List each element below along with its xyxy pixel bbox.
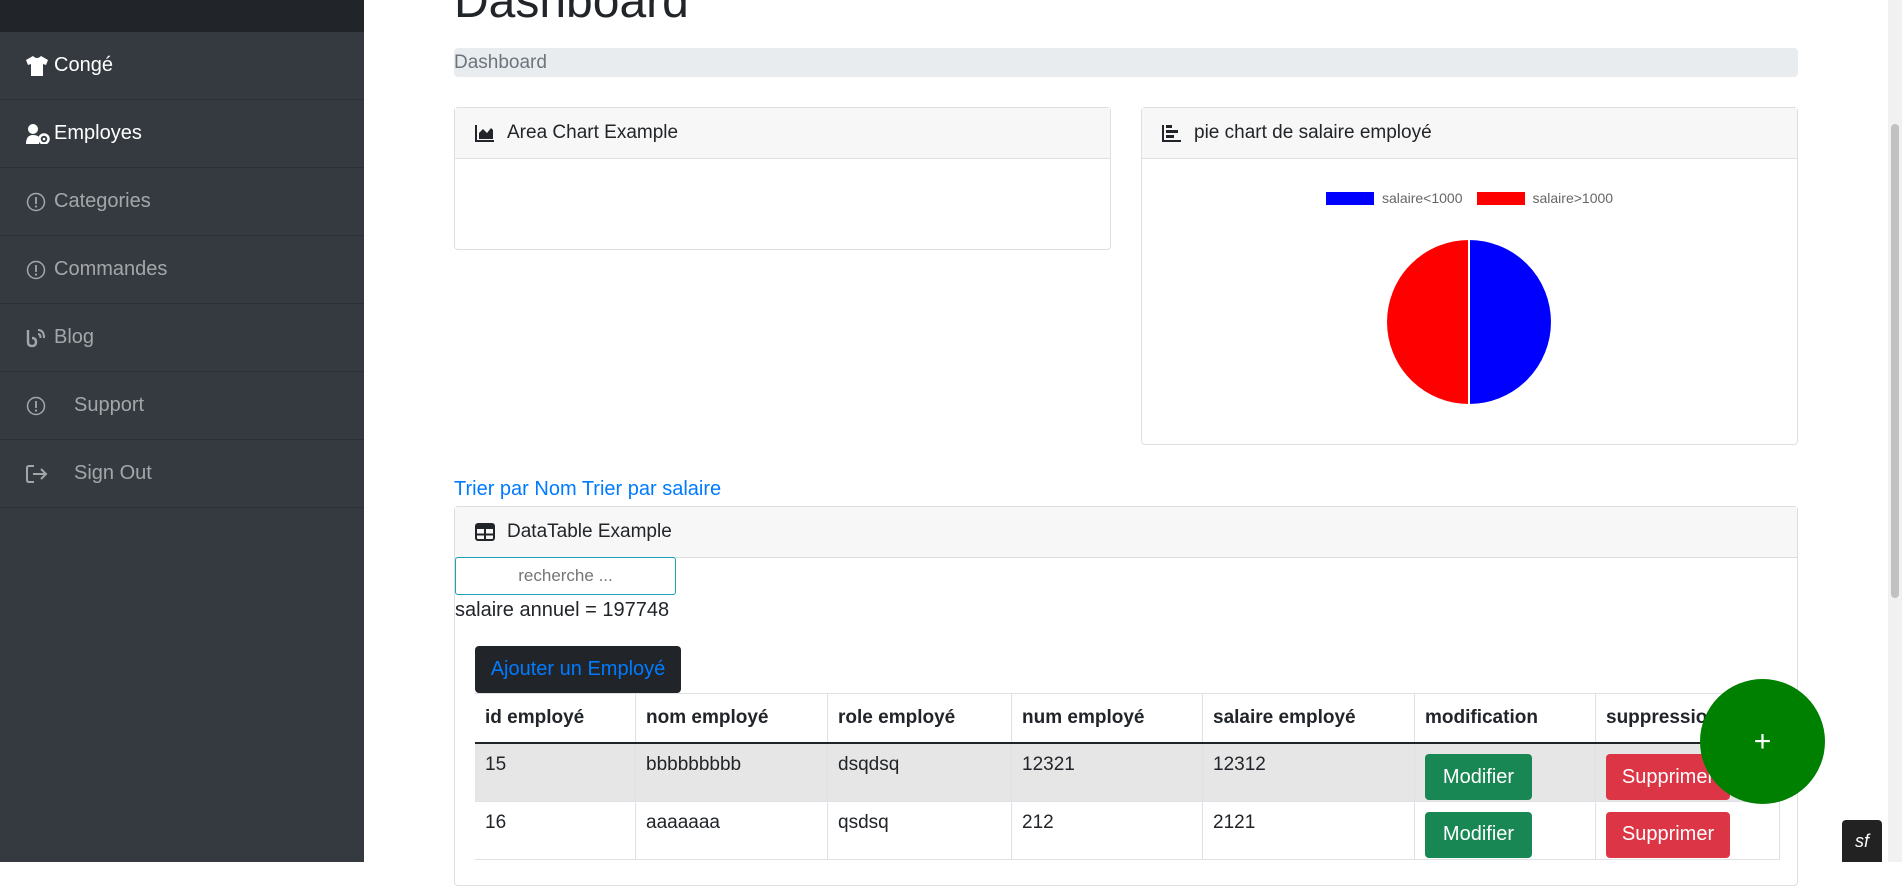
- sidebar-item-label: Employes: [54, 122, 142, 144]
- pie-slice[interactable]: [1385, 237, 1470, 407]
- sidebar-item-blog[interactable]: Blog: [0, 304, 364, 372]
- cell-salaire: 2121: [1202, 801, 1415, 860]
- bar-chart-icon: [1162, 125, 1181, 142]
- sort-links: Trier par Nom Trier par salaire: [454, 478, 721, 501]
- scrollbar-thumb[interactable]: [1891, 124, 1899, 598]
- area-chart-title: Area Chart Example: [507, 122, 679, 143]
- symfony-toolbar-badge[interactable]: sf: [1842, 820, 1882, 862]
- sidebar-item-label: Support: [74, 394, 145, 416]
- shirt-icon: [26, 55, 52, 76]
- sidebar-item-commandes[interactable]: Commandes: [0, 236, 364, 304]
- cell-salaire: 12312: [1202, 743, 1415, 802]
- pie-chart-card: pie chart de salaire employé salaire<100…: [1141, 107, 1798, 445]
- pie-slice[interactable]: [1468, 237, 1553, 407]
- exclamation-circle-icon: [26, 260, 52, 280]
- cell-modification: Modifier: [1414, 743, 1596, 802]
- floating-add-button[interactable]: +: [1700, 679, 1825, 804]
- datatable-card: DataTable Example salaire annuel = 19774…: [454, 506, 1798, 886]
- salary-annual-text: salaire annuel = 197748: [455, 599, 670, 621]
- sidebar-item-label: Blog: [54, 326, 95, 348]
- modify-button[interactable]: Modifier: [1425, 811, 1532, 858]
- sidebar-item-label: Sign Out: [74, 462, 152, 484]
- user-cog-icon: [26, 123, 52, 144]
- cell-nom: aaaaaaa: [635, 801, 828, 860]
- pie-chart-title: pie chart de salaire employé: [1194, 122, 1432, 143]
- page-title: Dashboard: [454, 0, 689, 28]
- column-header-num[interactable]: num employé: [1011, 693, 1203, 744]
- column-header-nom[interactable]: nom employé: [635, 693, 828, 744]
- breadcrumb: Dashboard: [454, 48, 1798, 77]
- cell-num: 212: [1011, 801, 1203, 860]
- sidebar-item-employes[interactable]: Employes: [0, 100, 364, 168]
- sidebar-item-support[interactable]: Support: [0, 372, 364, 440]
- blog-icon: [26, 328, 52, 348]
- sort-by-salary-link[interactable]: Trier par salaire: [582, 478, 721, 500]
- sidebar-item-label: Categories: [54, 190, 151, 212]
- cell-role: dsqdsq: [827, 743, 1012, 802]
- sidebar-top-bar: [0, 0, 364, 32]
- sidebar-item-conge[interactable]: Congé: [0, 32, 364, 100]
- column-header-id[interactable]: id employé: [475, 693, 636, 744]
- sidebar-item-sign-out[interactable]: Sign Out: [0, 440, 364, 508]
- search-input[interactable]: [455, 557, 676, 595]
- pie-chart: [1385, 237, 1553, 407]
- cell-modification: Modifier: [1414, 801, 1596, 860]
- area-chart-card: Area Chart Example: [454, 107, 1111, 250]
- column-header-salaire[interactable]: salaire employé: [1202, 693, 1415, 744]
- area-chart-icon: [475, 125, 494, 142]
- sort-by-name-link[interactable]: Trier par Nom: [454, 478, 577, 500]
- cell-suppression: Supprimer: [1595, 801, 1780, 860]
- exclamation-circle-icon: [26, 396, 72, 416]
- sidebar-item-label: Congé: [54, 54, 113, 76]
- cell-id: 16: [475, 801, 636, 860]
- page-scrollbar[interactable]: [1888, 0, 1902, 862]
- sign-out-icon: [26, 464, 72, 484]
- table-icon: [475, 523, 495, 541]
- column-header-modification[interactable]: modification: [1414, 693, 1596, 744]
- table-row: 15 bbbbbbbbb dsqdsq 12321 12312 Modifier…: [475, 743, 1780, 802]
- sidebar-item-categories[interactable]: Categories: [0, 168, 364, 236]
- sidebar: Congé Employes Categories Commandes Blog…: [0, 0, 364, 862]
- table-header-row: id employé nom employé role employé num …: [475, 693, 1780, 744]
- pie-chart-card-header: pie chart de salaire employé: [1142, 108, 1797, 159]
- table-row: 16 aaaaaaa qsdsq 212 2121 Modifier Suppr…: [475, 801, 1780, 860]
- exclamation-circle-icon: [26, 192, 52, 212]
- cell-nom: bbbbbbbbb: [635, 743, 828, 802]
- cell-id: 15: [475, 743, 636, 802]
- employee-table: id employé nom employé role employé num …: [475, 693, 1780, 860]
- sidebar-item-label: Commandes: [54, 258, 168, 280]
- datatable-card-header: DataTable Example: [455, 507, 1797, 558]
- cell-num: 12321: [1011, 743, 1203, 802]
- datatable-title: DataTable Example: [507, 521, 672, 542]
- add-employee-button[interactable]: Ajouter un Employé: [475, 646, 681, 693]
- delete-button[interactable]: Supprimer: [1606, 811, 1730, 858]
- modify-button[interactable]: Modifier: [1425, 754, 1532, 800]
- cell-role: qsdsq: [827, 801, 1012, 860]
- column-header-role[interactable]: role employé: [827, 693, 1012, 744]
- area-chart-card-header: Area Chart Example: [455, 108, 1110, 159]
